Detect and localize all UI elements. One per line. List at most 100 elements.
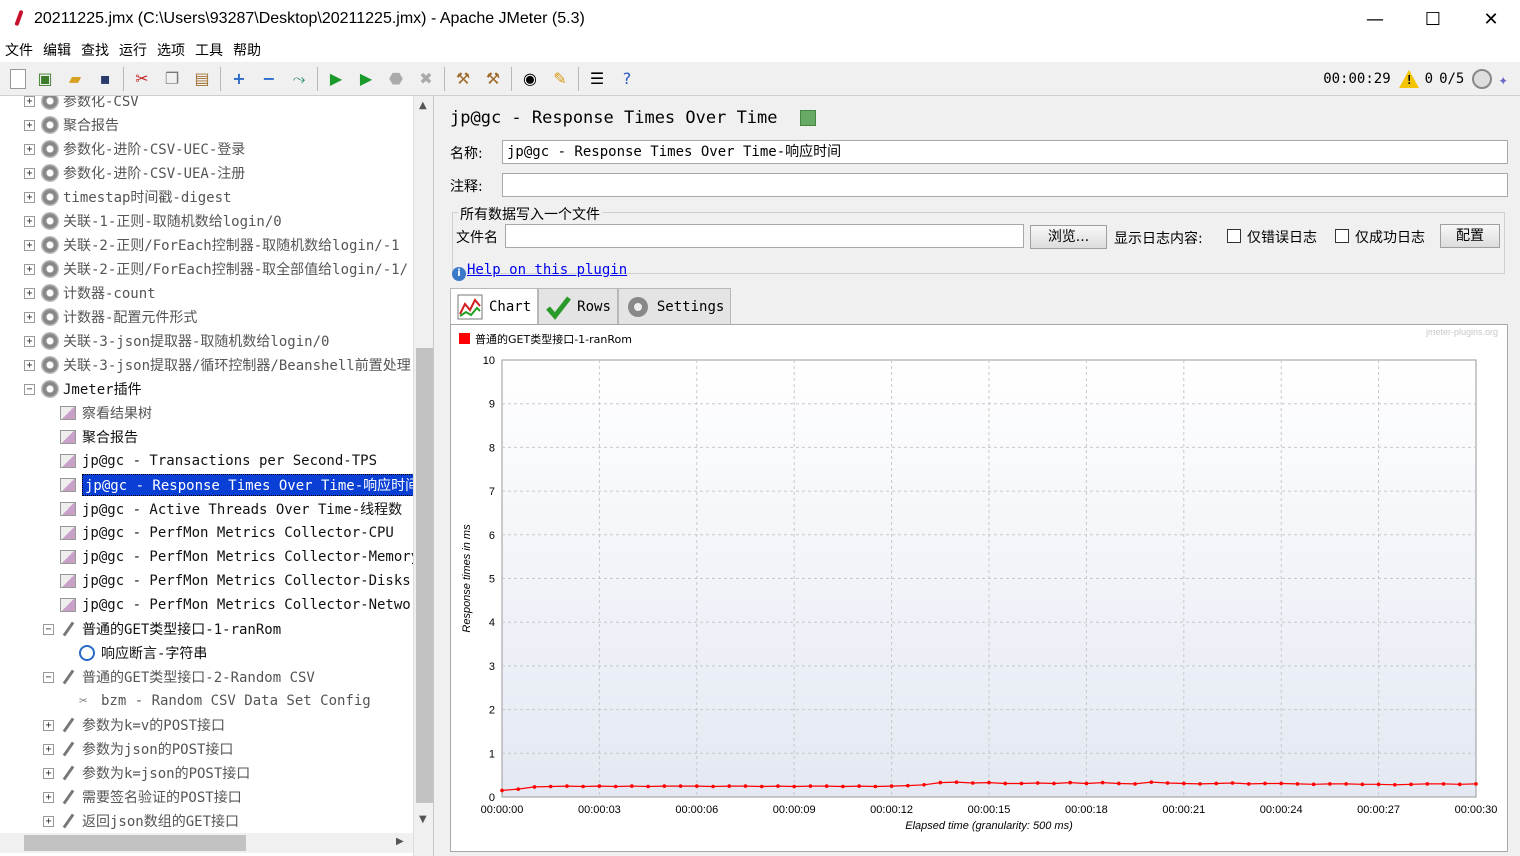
- log-viewer-icon[interactable]: ✦: [1498, 70, 1508, 89]
- maximize-chart-icon[interactable]: [800, 110, 816, 126]
- collapse-icon[interactable]: −: [43, 671, 54, 683]
- tree-item[interactable]: jp@gc - PerfMon Metrics Collector-Networ…: [43, 593, 428, 617]
- maximize-button[interactable]: ☐: [1404, 0, 1462, 38]
- expand-icon[interactable]: +: [24, 239, 35, 251]
- tree-item[interactable]: − 普通的GET类型接口-2-Random CSV: [43, 665, 315, 689]
- tree-item[interactable]: + 聚合报告: [24, 113, 119, 137]
- tab-chart[interactable]: Chart: [450, 288, 539, 324]
- tree-item[interactable]: jp@gc - Response Times Over Time-响应时间: [43, 473, 423, 497]
- expand-icon[interactable]: +: [24, 311, 35, 323]
- tree-item[interactable]: + 关联-2-正则/ForEach控制器-取随机数给login/-1: [24, 233, 400, 257]
- expand-icon[interactable]: +: [24, 215, 35, 227]
- scrollbar-thumb[interactable]: [416, 348, 433, 803]
- menu-help[interactable]: 帮助: [233, 40, 261, 60]
- expand-icon[interactable]: +: [24, 96, 35, 107]
- tree-horizontal-scrollbar[interactable]: ▶: [0, 833, 413, 853]
- tree-item[interactable]: jp@gc - Active Threads Over Time-线程数: [43, 497, 402, 521]
- start-no-pauses-icon[interactable]: ▶: [355, 68, 377, 90]
- tree-item[interactable]: 察看结果树: [43, 401, 152, 425]
- tree-item[interactable]: + 关联-3-json提取器-取随机数给login/0: [24, 329, 329, 353]
- new-icon[interactable]: [10, 68, 26, 89]
- menu-tools[interactable]: 工具: [195, 40, 223, 60]
- tree-item[interactable]: − Jmeter插件: [24, 377, 142, 401]
- shutdown-icon[interactable]: ✖: [415, 68, 437, 90]
- tree-item[interactable]: + 参数为k=json的POST接口: [43, 761, 250, 785]
- expand-icon[interactable]: +: [43, 743, 54, 755]
- tree-item[interactable]: jp@gc - PerfMon Metrics Collector-Memory: [43, 545, 419, 569]
- browse-button[interactable]: 浏览...: [1030, 225, 1107, 249]
- tab-rows[interactable]: Rows: [538, 288, 618, 324]
- tree-item[interactable]: + 关联-2-正则/ForEach控制器-取全部值给login/-1/: [24, 257, 408, 281]
- tree-item[interactable]: jp@gc - PerfMon Metrics Collector-CPU: [43, 521, 394, 545]
- expand-icon[interactable]: +: [24, 263, 35, 275]
- expand-icon[interactable]: +: [24, 119, 35, 131]
- expand-icon[interactable]: +: [43, 791, 54, 803]
- expand-icon[interactable]: +: [43, 719, 54, 731]
- toggle-icon[interactable]: ⤳: [288, 68, 310, 90]
- menu-file[interactable]: 文件: [5, 40, 33, 60]
- collapse-all-icon[interactable]: −: [258, 68, 280, 90]
- expand-all-icon[interactable]: +: [228, 68, 250, 90]
- expand-icon[interactable]: +: [43, 767, 54, 779]
- open-icon[interactable]: ▰: [64, 68, 86, 90]
- tree-item[interactable]: + 计数器-count: [24, 281, 156, 305]
- cut-icon[interactable]: ✂: [131, 68, 153, 90]
- tree-item[interactable]: 响应断言-字符串: [62, 641, 207, 665]
- expand-icon[interactable]: +: [24, 287, 35, 299]
- tree-item[interactable]: + 参数化-CSV: [24, 96, 139, 113]
- reset-search-icon[interactable]: ✎: [549, 68, 571, 90]
- help-link[interactable]: Help on this plugin: [467, 262, 627, 278]
- stop-icon[interactable]: ⬣: [385, 68, 407, 90]
- clear-all-icon[interactable]: ⚒: [482, 68, 504, 90]
- expand-icon[interactable]: +: [24, 191, 35, 203]
- expand-icon[interactable]: +: [24, 335, 35, 347]
- save-icon[interactable]: ▪: [94, 68, 116, 90]
- expand-icon[interactable]: +: [24, 143, 35, 155]
- menu-search[interactable]: 查找: [81, 40, 109, 60]
- tree-item[interactable]: − 普通的GET类型接口-1-ranRom: [43, 617, 281, 641]
- tree-item[interactable]: + 关联-1-正则-取随机数给login/0: [24, 209, 282, 233]
- tree-item[interactable]: + 参数为k=v的POST接口: [43, 713, 225, 737]
- templates-icon[interactable]: ▣: [34, 68, 56, 90]
- warning-icon[interactable]: [1398, 70, 1419, 88]
- expand-icon[interactable]: +: [24, 359, 35, 371]
- function-helper-icon[interactable]: ☰: [586, 68, 608, 90]
- tree-item[interactable]: + 参数化-进阶-CSV-UEA-注册: [24, 161, 245, 185]
- tree-item[interactable]: jp@gc - Transactions per Second-TPS: [43, 449, 377, 473]
- menu-edit[interactable]: 编辑: [43, 40, 71, 60]
- menu-run[interactable]: 运行: [119, 40, 147, 60]
- help-icon[interactable]: ?: [616, 68, 638, 90]
- copy-icon[interactable]: ❐: [161, 68, 183, 90]
- tree-item[interactable]: + 返回json数组的GET接口: [43, 809, 239, 833]
- close-button[interactable]: ✕: [1462, 0, 1520, 38]
- start-icon[interactable]: ▶: [325, 68, 347, 90]
- collapse-icon[interactable]: −: [24, 383, 35, 395]
- tree-item[interactable]: ✂ bzm - Random CSV Data Set Config: [62, 689, 371, 713]
- filename-field[interactable]: [505, 224, 1024, 248]
- scrollbar-thumb[interactable]: [24, 835, 246, 851]
- expand-icon[interactable]: +: [43, 815, 54, 827]
- tree-item[interactable]: jp@gc - PerfMon Metrics Collector-Disks: [43, 569, 411, 593]
- name-field[interactable]: jp@gc - Response Times Over Time-响应时间: [502, 140, 1508, 164]
- menu-options[interactable]: 选项: [157, 40, 185, 60]
- clear-icon[interactable]: ⚒: [452, 68, 474, 90]
- tree-item[interactable]: + 需要签名验证的POST接口: [43, 785, 242, 809]
- tree-item[interactable]: + 关联-3-json提取器/循环控制器/Beanshell前置处理: [24, 353, 411, 377]
- tree-item[interactable]: + 参数化-进阶-CSV-UEC-登录: [24, 137, 245, 161]
- tree-item[interactable]: + 计数器-配置元件形式: [24, 305, 197, 329]
- x-tick-label: 00:00:03: [578, 804, 621, 816]
- tree-vertical-scrollbar[interactable]: ▲ ▼: [413, 96, 433, 856]
- tree-item[interactable]: + 参数为json的POST接口: [43, 737, 233, 761]
- minimize-button[interactable]: —: [1346, 0, 1404, 38]
- paste-icon[interactable]: ▤: [191, 68, 213, 90]
- success-only-checkbox[interactable]: [1335, 229, 1349, 243]
- tab-settings[interactable]: Settings: [617, 288, 732, 324]
- errors-only-checkbox[interactable]: [1227, 229, 1241, 243]
- tree-item[interactable]: 聚合报告: [43, 425, 138, 449]
- tree-item[interactable]: + timestap时间戳-digest: [24, 185, 231, 209]
- configure-button[interactable]: 配置: [1440, 224, 1500, 248]
- comment-field[interactable]: [502, 173, 1508, 197]
- search-icon[interactable]: ◉: [519, 68, 541, 90]
- collapse-icon[interactable]: −: [43, 623, 54, 635]
- expand-icon[interactable]: +: [24, 167, 35, 179]
